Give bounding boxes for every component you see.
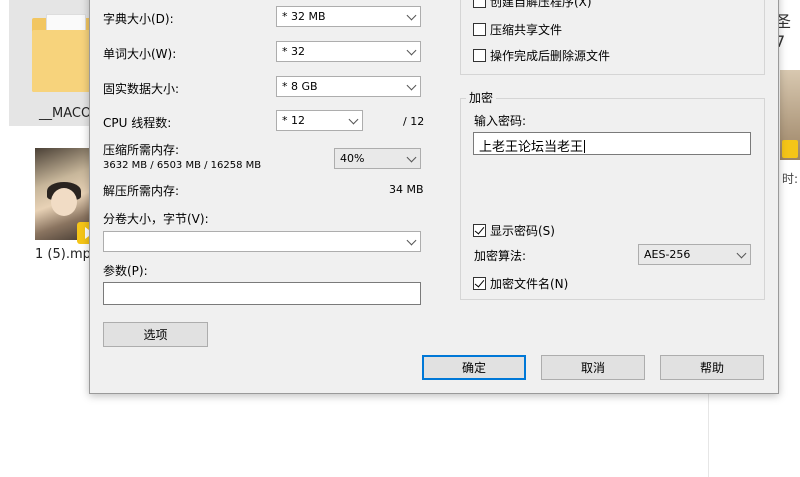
password-label: 输入密码: [474,114,527,128]
chevron-down-icon [406,152,417,163]
checkbox-box-checked [473,224,486,237]
help-button[interactable]: 帮助 [660,355,764,380]
encryption-group-title: 加密 [466,89,497,106]
parameters-label: 参数(P): [103,264,148,278]
delete-after-checkbox[interactable]: 操作完成后删除源文件 [473,47,610,64]
chevron-down-icon [736,248,747,259]
dictionary-size-label: 字典大小(D): [103,12,174,26]
compress-shared-checkbox[interactable]: 压缩共享文件 [473,21,562,38]
chevron-down-icon [406,10,417,21]
ok-button[interactable]: 确定 [422,355,526,380]
chevron-down-icon [348,114,359,125]
solid-block-size-label: 固实数据大小: [103,82,180,96]
compress-memory-label: 压缩所需内存: [103,143,180,157]
chevron-down-icon [406,45,417,56]
memory-usage-select[interactable]: 40% [334,148,421,169]
parameters-input[interactable] [103,282,421,305]
checkbox-box [473,49,486,62]
encryption-method-label: 加密算法: [474,249,527,263]
word-size-label: 单词大小(W): [103,47,177,61]
chevron-down-icon [406,80,417,91]
compress-memory-detail: 3632 MB / 6503 MB / 16258 MB [103,160,262,171]
cpu-threads-label: CPU 线程数: [103,116,172,130]
folder-item[interactable]: __MACOS [9,0,99,126]
checkbox-box-checked [473,277,486,290]
add-to-archive-dialog: 字典大小(D): * 32 MB 单词大小(W): * 32 固实数据大小: *… [89,0,779,394]
word-size-select[interactable]: * 32 [276,41,421,62]
checkbox-box [473,0,486,8]
chevron-down-icon [406,235,417,246]
split-volume-label: 分卷大小，字节(V): [103,212,209,226]
create-sfx-checkbox[interactable]: 创建自解压程序(X) [473,0,592,10]
password-input[interactable]: 上老王论坛当老王 [473,132,751,155]
folder-icon [32,14,92,92]
decompress-memory-label: 解压所需内存: [103,184,180,198]
cancel-button[interactable]: 取消 [541,355,645,380]
details-play-badge-icon [782,140,798,158]
show-password-checkbox[interactable]: 显示密码(S) [473,222,555,239]
split-volume-select[interactable] [103,231,421,252]
details-label-fragment: 时: [782,172,799,186]
cpu-threads-select[interactable]: * 12 [276,110,363,131]
encrypt-filenames-checkbox[interactable]: 加密文件名(N) [473,275,568,292]
decompress-memory-value: 34 MB [389,183,424,196]
dictionary-size-select[interactable]: * 32 MB [276,6,421,27]
cpu-threads-max: / 12 [403,115,425,128]
solid-block-size-select[interactable]: * 8 GB [276,76,421,97]
options-button[interactable]: 选项 [103,322,208,347]
checkbox-box [473,23,486,36]
encryption-method-select[interactable]: AES-256 [638,244,751,265]
video-file-item[interactable]: 1 (5).mp4 [9,144,99,266]
screen: __MACOS 1 (5).mp4 圣 7 时: 字典大小(D): * 32 M… [0,0,800,477]
